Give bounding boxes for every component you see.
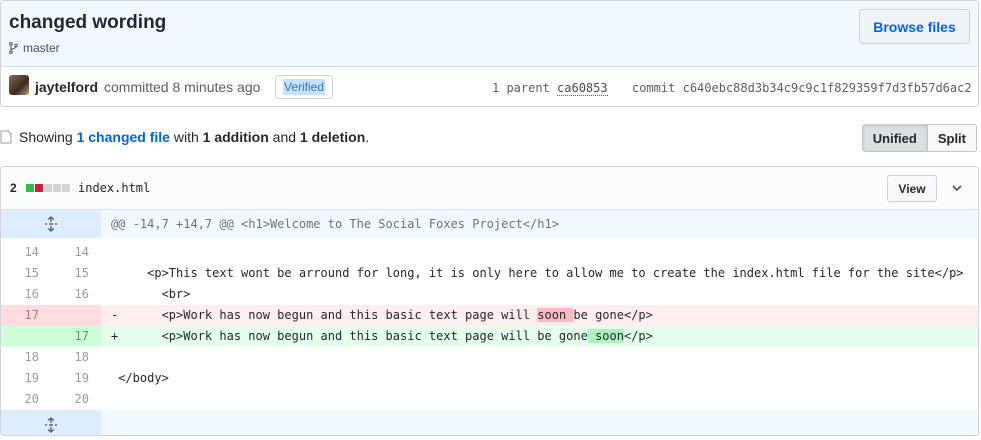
- new-line-number[interactable]: 19: [51, 368, 101, 389]
- old-line-number[interactable]: 18: [1, 347, 51, 368]
- changed-files-link[interactable]: 1 changed file: [77, 129, 170, 145]
- commit-prefix: commit: [632, 81, 676, 95]
- file-diff-icon: [0, 130, 12, 144]
- diff-line: 17 + <p>Work has now begun and this basic…: [1, 326, 978, 347]
- old-line-number[interactable]: 16: [1, 284, 51, 305]
- diff-line: 17 - <p>Work has now begun and this basic…: [1, 305, 978, 326]
- line-code: <br>: [101, 284, 978, 305]
- hunk-footer: [1, 410, 978, 435]
- expand-down-button[interactable]: [1, 410, 101, 435]
- line-code: </body>: [101, 368, 978, 389]
- hunk-footer-fill: [101, 410, 978, 435]
- commit-title: changed wording: [9, 12, 167, 33]
- diff-summary: Showing 1 changed file with 1 addition a…: [19, 129, 369, 145]
- old-line-number[interactable]: 17: [1, 305, 51, 326]
- diffstat-block: [35, 184, 43, 192]
- old-line-number[interactable]: [1, 326, 51, 347]
- line-code: <p>This text wont be arround for long, i…: [101, 263, 978, 284]
- code-text: be gone</p>: [573, 308, 653, 322]
- branch-name: master: [23, 41, 60, 55]
- unified-button[interactable]: Unified: [862, 125, 928, 151]
- diff-sign: [111, 350, 118, 364]
- code-text: <br>: [118, 287, 191, 301]
- parent-prefix: 1 parent: [492, 81, 550, 95]
- code-text: </p>: [623, 329, 653, 343]
- diff-sign: [111, 392, 118, 406]
- new-line-number[interactable]: 14: [51, 242, 101, 263]
- new-line-number[interactable]: 17: [51, 326, 101, 347]
- file-actions-toggle[interactable]: [947, 177, 967, 199]
- diffstat-block: [62, 184, 70, 192]
- changed-word-highlight: soon: [587, 329, 624, 343]
- unfold-icon: [45, 216, 57, 232]
- verified-badge[interactable]: Verified: [275, 75, 333, 99]
- change-count: 2: [10, 181, 17, 195]
- new-line-number[interactable]: 20: [51, 389, 101, 410]
- expand-up-button[interactable]: [1, 210, 101, 238]
- chevron-down-icon: [952, 184, 962, 191]
- diff-line: 19 19 </body>: [1, 368, 978, 389]
- line-code: [101, 389, 978, 410]
- code-text: <p>This text wont be arround for long, i…: [118, 266, 964, 280]
- line-code: [101, 347, 978, 368]
- diff-table: @@ -14,7 +14,7 @@ <h1>Welcome to The Soc…: [1, 210, 978, 435]
- diff-line: 14 14: [1, 242, 978, 263]
- commit-sha[interactable]: c640ebc88d3b34c9c9c1f829359f7d3fb57d6ac2: [683, 81, 972, 95]
- diff-view-toggle: Unified Split: [861, 124, 977, 152]
- file-diff: 2 index.html View @@ -14,7 +14,7 @@ <h1>…: [0, 166, 979, 436]
- line-code: + <p>Work has now begun and this basic t…: [101, 326, 978, 347]
- split-button[interactable]: Split: [927, 125, 976, 151]
- line-code: [101, 242, 978, 263]
- summary-with: with: [173, 129, 199, 145]
- commit-header: changed wording master Browse files jayt…: [0, 0, 979, 107]
- new-line-number[interactable]: [51, 305, 101, 326]
- commit-time: committed 8 minutes ago: [104, 79, 261, 95]
- new-line-number[interactable]: 18: [51, 347, 101, 368]
- summary-prefix: Showing: [19, 129, 73, 145]
- additions-count: 1 addition: [202, 129, 269, 145]
- parent-info: 1 parent ca60853: [492, 81, 608, 96]
- changed-word-highlight: soon: [537, 308, 574, 322]
- diff-line: 15 15 <p>This text wont be arround for lo…: [1, 263, 978, 284]
- author-link[interactable]: jaytelford: [35, 79, 98, 95]
- file-header: 2 index.html View: [1, 167, 978, 210]
- commit-sha-info: commit c640ebc88d3b34c9c9c1f829359f7d3fb…: [632, 81, 972, 95]
- avatar[interactable]: [9, 75, 29, 95]
- old-line-number[interactable]: 15: [1, 263, 51, 284]
- branch-indicator[interactable]: master: [9, 41, 60, 55]
- summary-and: and: [272, 129, 297, 145]
- new-line-number[interactable]: 15: [51, 263, 101, 284]
- diffstat-block: [53, 184, 61, 192]
- line-code: - <p>Work has now begun and this basic t…: [101, 305, 978, 326]
- code-text: <p>Work has now begun and this basic tex…: [118, 329, 588, 343]
- view-file-button[interactable]: View: [887, 175, 937, 202]
- git-branch-icon: [9, 42, 18, 54]
- diff-line: 16 16 <br>: [1, 284, 978, 305]
- summary-period: .: [365, 129, 370, 145]
- old-line-number[interactable]: 14: [1, 242, 51, 263]
- file-name[interactable]: index.html: [78, 181, 150, 195]
- old-line-number[interactable]: 19: [1, 368, 51, 389]
- diff-sign: [111, 245, 118, 259]
- commit-meta: jaytelford committed 8 minutes ago Verif…: [1, 67, 978, 107]
- unfold-icon: [45, 417, 57, 433]
- code-text: <p>Work has now begun and this basic tex…: [118, 308, 538, 322]
- old-line-number[interactable]: 20: [1, 389, 51, 410]
- diffstat-block: [44, 184, 52, 192]
- commit-title-area: changed wording master Browse files: [1, 1, 978, 67]
- verified-label: Verified: [282, 79, 326, 95]
- hunk-header-text: @@ -14,7 +14,7 @@ <h1>Welcome to The Soc…: [101, 210, 978, 238]
- diff-toolbar: Showing 1 changed file with 1 addition a…: [0, 124, 979, 154]
- diff-lines: 14 14 15 15 <p>This text wont be arround f…: [1, 242, 978, 410]
- diff-line: 20 20: [1, 389, 978, 410]
- diffstat-block: [26, 184, 34, 192]
- new-line-number[interactable]: 16: [51, 284, 101, 305]
- parent-sha-link[interactable]: ca60853: [557, 81, 608, 96]
- diff-line: 18 18: [1, 347, 978, 368]
- diffstat: [26, 184, 70, 192]
- code-text: </body>: [118, 371, 169, 385]
- deletions-count: 1 deletion: [299, 129, 366, 145]
- browse-files-button[interactable]: Browse files: [859, 9, 970, 44]
- hunk-header: @@ -14,7 +14,7 @@ <h1>Welcome to The Soc…: [1, 210, 978, 238]
